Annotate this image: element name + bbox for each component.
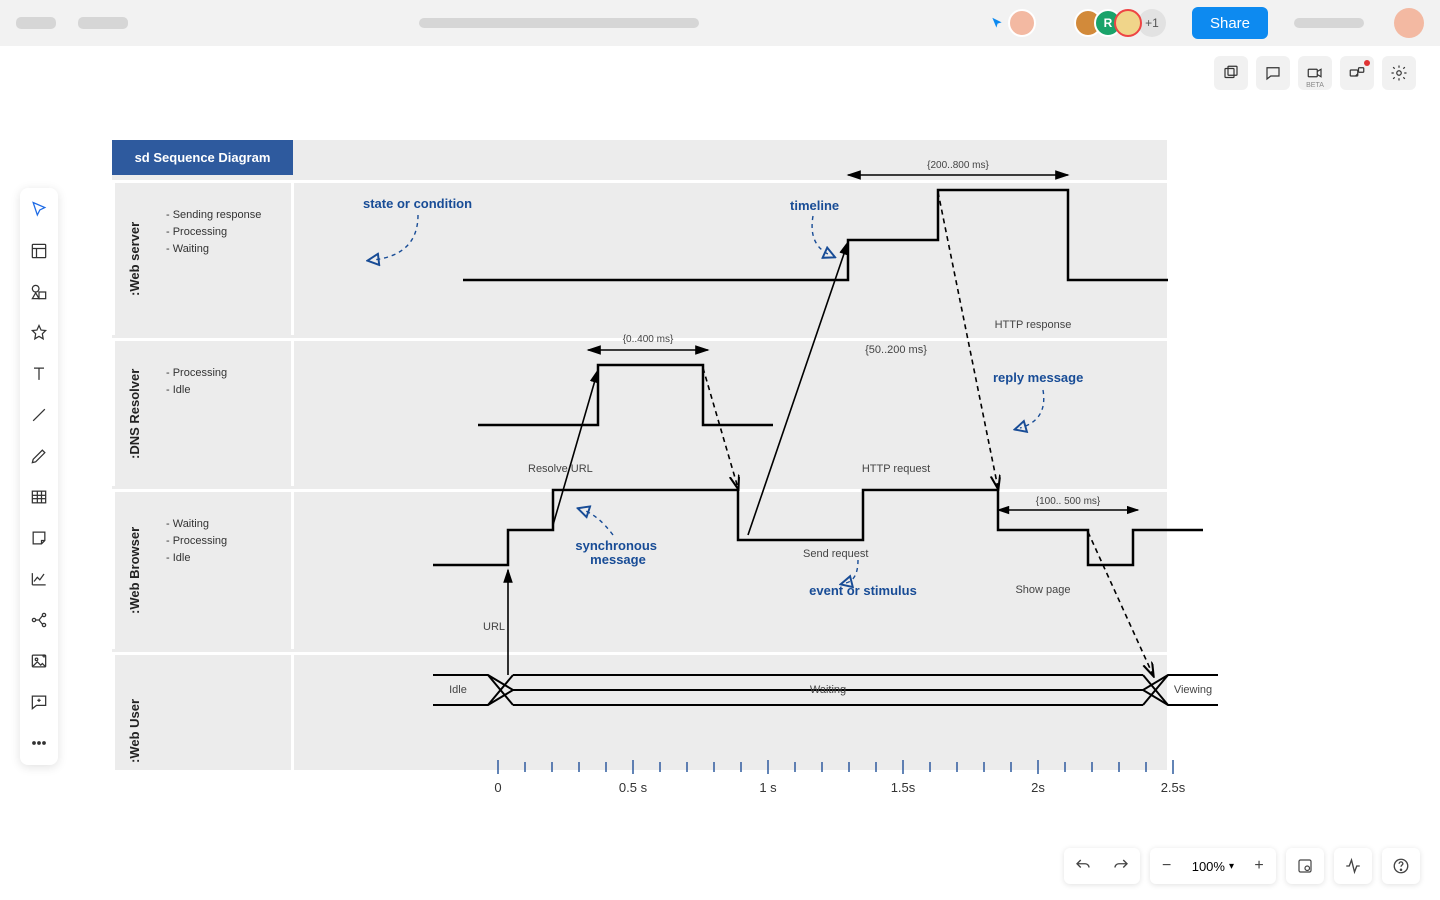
label-http-response: HTTP response xyxy=(995,319,1072,331)
zoom-in-button[interactable]: + xyxy=(1242,848,1276,884)
label-url: URL xyxy=(483,621,505,633)
anno-event: event or stimulus xyxy=(809,583,917,598)
svg-text:0: 0 xyxy=(494,780,501,795)
svg-text:2.5s: 2.5s xyxy=(1161,780,1186,795)
arrow-http-resp[interactable] xyxy=(938,192,998,488)
settings-icon[interactable] xyxy=(1382,56,1416,90)
text-tool-icon[interactable] xyxy=(27,362,51,386)
image-tool-icon[interactable] xyxy=(27,649,51,673)
label-range-show: {100.. 500 ms} xyxy=(1036,496,1101,507)
trace-dns[interactable] xyxy=(478,365,773,425)
svg-text:0.5 s: 0.5 s xyxy=(619,780,648,795)
label-viewing: Viewing xyxy=(1174,684,1212,696)
present-icon[interactable] xyxy=(1340,56,1374,90)
diagram-svg: {200..800 ms} {0..400 ms} Resolve URL HT… xyxy=(298,180,1167,767)
undo-button[interactable] xyxy=(1064,848,1102,884)
label-range-dns: {0..400 ms} xyxy=(623,334,674,345)
label-show-page: Show page xyxy=(1015,584,1070,596)
label-range-http: {50..200 ms} xyxy=(865,344,927,356)
more-tools-icon[interactable] xyxy=(27,731,51,755)
label-range-ws: {200..800 ms} xyxy=(927,160,989,171)
menu-placeholder[interactable] xyxy=(16,17,56,29)
frames-icon[interactable] xyxy=(1214,56,1248,90)
collaborator-avatars: R +1 xyxy=(1074,9,1166,37)
label-http-request: HTTP request xyxy=(862,463,930,475)
comment-tool-icon[interactable] xyxy=(27,690,51,714)
lane-notes: - Sending response - Processing - Waitin… xyxy=(158,183,294,335)
search-placeholder[interactable] xyxy=(419,18,699,28)
diagram-canvas[interactable]: sd Sequence Diagram :Web server - Sendin… xyxy=(112,140,1167,770)
bottom-bar: − 100%▾ + xyxy=(1064,848,1420,884)
label-send-request: Send request xyxy=(803,548,868,560)
left-toolbar xyxy=(20,188,58,765)
line-tool-icon[interactable] xyxy=(27,403,51,427)
lane-notes xyxy=(158,655,294,807)
svg-text:1 s: 1 s xyxy=(759,780,777,795)
zoom-level[interactable]: 100%▾ xyxy=(1184,859,1242,874)
label-idle: Idle xyxy=(449,684,467,696)
label-resolve-url: Resolve URL xyxy=(528,463,593,475)
shapes-tool-icon[interactable] xyxy=(27,280,51,304)
redo-button[interactable] xyxy=(1102,848,1140,884)
arrow-show-page[interactable] xyxy=(1088,532,1153,675)
chart-tool-icon[interactable] xyxy=(27,567,51,591)
avatar-user-4[interactable] xyxy=(1114,9,1142,37)
top-bar: R +1 Share xyxy=(0,0,1440,46)
lane-label: :DNS Resolver xyxy=(112,341,154,486)
svg-text:2s: 2s xyxy=(1031,780,1045,795)
star-tool-icon[interactable] xyxy=(27,321,51,345)
profile-avatar[interactable] xyxy=(1394,8,1424,38)
pen-tool-icon[interactable] xyxy=(27,444,51,468)
live-cursor-icon xyxy=(990,16,1004,30)
label-waiting: Waiting xyxy=(810,684,846,696)
anno-state: state or condition xyxy=(363,196,472,211)
select-tool-icon[interactable] xyxy=(27,198,51,222)
mindmap-tool-icon[interactable] xyxy=(27,608,51,632)
arrow-http-req[interactable] xyxy=(748,242,848,535)
sticky-tool-icon[interactable] xyxy=(27,526,51,550)
arrow-dns-reply[interactable] xyxy=(703,368,738,488)
comments-icon[interactable] xyxy=(1256,56,1290,90)
anno-sync: synchronous message xyxy=(575,538,660,567)
template-tool-icon[interactable] xyxy=(27,239,51,263)
share-button[interactable]: Share xyxy=(1192,7,1268,39)
activity-button[interactable] xyxy=(1334,848,1372,884)
avatar-overflow[interactable]: +1 xyxy=(1138,9,1166,37)
map-button[interactable] xyxy=(1286,848,1324,884)
lane-label: :Web Browser xyxy=(112,492,154,649)
table-tool-icon[interactable] xyxy=(27,485,51,509)
zoom-out-button[interactable]: − xyxy=(1150,848,1184,884)
right-toolbar: BETA xyxy=(1214,56,1416,90)
avatar-user-1[interactable] xyxy=(1008,9,1036,37)
diagram-title[interactable]: sd Sequence Diagram xyxy=(112,140,293,175)
lane-notes: - Processing - Idle xyxy=(158,341,294,486)
video-icon[interactable]: BETA xyxy=(1298,56,1332,90)
export-placeholder[interactable] xyxy=(1294,18,1364,28)
help-button[interactable] xyxy=(1382,848,1420,884)
lane-notes: - Waiting - Processing - Idle xyxy=(158,492,294,649)
lane-label: :Web User xyxy=(112,655,154,807)
lane-label: :Web server xyxy=(112,183,154,335)
anno-reply: reply message xyxy=(993,370,1083,385)
svg-text:1.5s: 1.5s xyxy=(891,780,916,795)
anno-timeline: timeline xyxy=(790,198,839,213)
arrow-resolve[interactable] xyxy=(553,370,598,525)
title-placeholder[interactable] xyxy=(78,17,128,29)
